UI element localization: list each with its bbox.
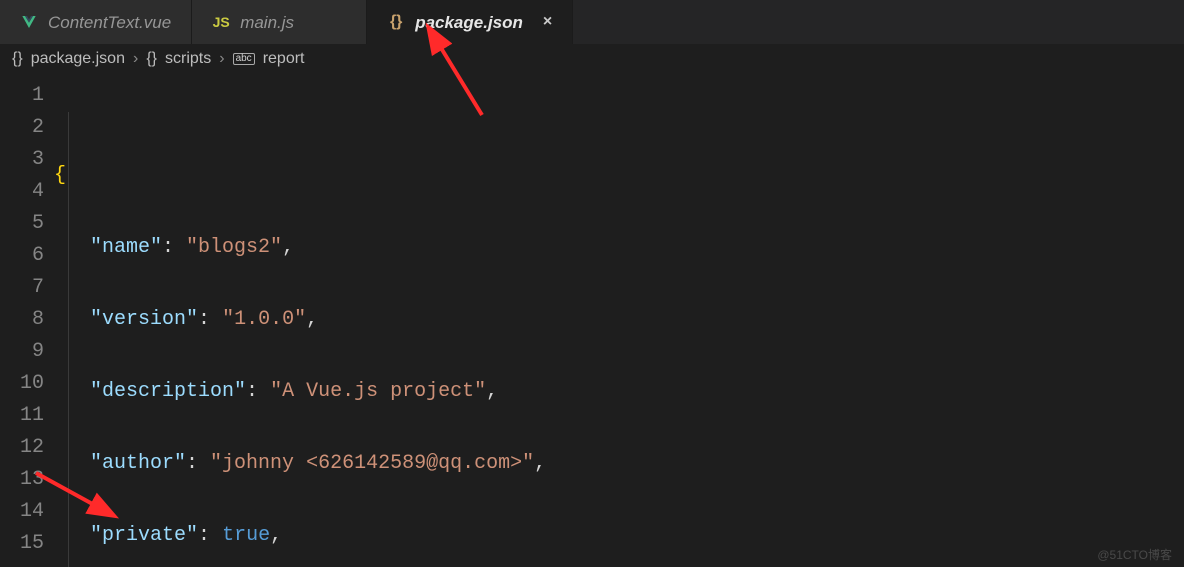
json-icon: {} [146,51,157,67]
json-icon: {} [387,13,405,31]
line-number: 7 [0,272,54,304]
close-icon[interactable]: × [543,14,552,30]
line-number: 8 [0,304,54,336]
watermark: @51CTO博客 [1097,549,1172,561]
tab-label: package.json [415,14,523,31]
line-number: 14 [0,496,54,528]
line-number: 13 [0,464,54,496]
line-number: 15 [0,528,54,560]
chevron-right-icon: › [219,51,224,67]
line-number-gutter: 1 2 3 4 5 6 7 8 9 10 11 12 13 14 15 [0,74,54,567]
line-number: 3 [0,144,54,176]
tab-main-js[interactable]: JS main.js [192,0,367,44]
breadcrumb: {} package.json › {} scripts › abc repor… [0,44,1184,74]
line-number: 4 [0,176,54,208]
line-number: 5 [0,208,54,240]
tab-label: main.js [240,14,294,31]
tab-label: ContentText.vue [48,14,171,31]
indent-guide [68,112,69,567]
line-number: 9 [0,336,54,368]
breadcrumb-item[interactable]: report [263,51,305,67]
json-icon: {} [12,51,23,67]
line-number: 1 [0,80,54,112]
code-area[interactable]: { "name": "blogs2", "version": "1.0.0", … [54,74,1184,567]
line-number: 11 [0,400,54,432]
breadcrumb-item[interactable]: scripts [165,51,211,67]
string-icon: abc [233,53,255,65]
line-number: 2 [0,112,54,144]
tab-bar: ContentText.vue JS main.js {} package.js… [0,0,1184,44]
vue-icon [20,13,38,31]
tab-contenttext-vue[interactable]: ContentText.vue [0,0,192,44]
line-number: 6 [0,240,54,272]
chevron-right-icon: › [133,51,138,67]
js-icon: JS [212,13,230,31]
code-editor[interactable]: 1 2 3 4 5 6 7 8 9 10 11 12 13 14 15 { "n… [0,74,1184,567]
line-number: 10 [0,368,54,400]
breadcrumb-item[interactable]: package.json [31,51,125,67]
tab-package-json[interactable]: {} package.json × [367,0,573,44]
line-number: 12 [0,432,54,464]
